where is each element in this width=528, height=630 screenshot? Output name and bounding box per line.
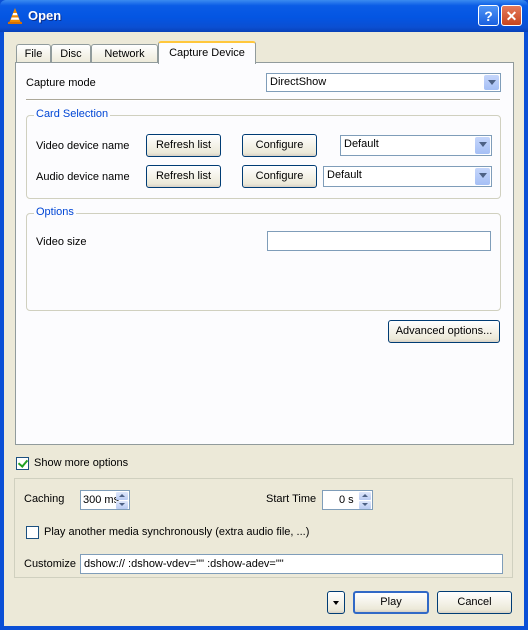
- video-device-select[interactable]: Default: [340, 135, 492, 156]
- capture-mode-label: Capture mode: [26, 77, 96, 89]
- spin-down-icon[interactable]: [359, 501, 371, 509]
- audio-device-select[interactable]: Default: [323, 166, 492, 187]
- button-label: Play: [380, 596, 402, 608]
- show-more-options-checkbox[interactable]: [16, 457, 29, 470]
- show-more-options-label[interactable]: Show more options: [34, 457, 128, 469]
- spin-up-icon[interactable]: [116, 492, 128, 500]
- start-time-label: Start Time: [266, 493, 317, 505]
- separator: [26, 99, 500, 101]
- audio-refresh-list-button[interactable]: Refresh list: [146, 165, 221, 188]
- video-configure-button[interactable]: Configure: [242, 134, 317, 157]
- button-label: Refresh list: [155, 139, 212, 151]
- help-icon: ?: [484, 8, 493, 24]
- play-button[interactable]: Play: [353, 591, 429, 614]
- close-icon: ✕: [505, 8, 518, 24]
- card-selection-title: Card Selection: [34, 108, 111, 120]
- caching-spinbox[interactable]: 300 ms: [80, 490, 130, 510]
- tab-disc[interactable]: Disc: [51, 44, 91, 63]
- customize-label: Customize: [24, 558, 76, 570]
- audio-configure-button[interactable]: Configure: [242, 165, 317, 188]
- audio-device-value: Default: [327, 169, 362, 181]
- video-device-value: Default: [344, 138, 379, 150]
- chevron-down-icon: [475, 137, 490, 154]
- button-label: Configure: [255, 170, 304, 182]
- button-label: Advanced options...: [395, 325, 493, 337]
- customize-value: dshow:// :dshow-vdev="" :dshow-adev="": [84, 558, 284, 570]
- spin-down-icon[interactable]: [116, 501, 128, 509]
- button-label: Configure: [255, 139, 304, 151]
- chevron-down-icon: [475, 168, 490, 185]
- card-selection-group: Card Selection Video device name Refresh…: [26, 108, 501, 199]
- tab-network[interactable]: Network: [91, 44, 158, 63]
- start-time-spinbox[interactable]: 0 s: [322, 490, 373, 510]
- tab-file[interactable]: File: [16, 44, 51, 63]
- customize-input[interactable]: dshow:// :dshow-vdev="" :dshow-adev="": [80, 554, 503, 574]
- capture-mode-select[interactable]: DirectShow: [266, 73, 501, 92]
- play-options-dropdown-button[interactable]: [327, 591, 345, 614]
- button-label: Refresh list: [155, 170, 212, 182]
- video-device-label: Video device name: [36, 140, 130, 152]
- vlc-cone-icon: [8, 8, 22, 24]
- tab-label: Network: [104, 48, 145, 60]
- tab-capture-device[interactable]: Capture Device: [158, 41, 256, 64]
- video-size-label: Video size: [36, 236, 87, 248]
- chevron-down-icon: [333, 601, 339, 605]
- video-refresh-list-button[interactable]: Refresh list: [146, 134, 221, 157]
- tab-label: File: [24, 48, 43, 60]
- advanced-options-button[interactable]: Advanced options...: [388, 320, 500, 343]
- chevron-down-icon: [484, 75, 499, 90]
- start-time-value: 0 s: [339, 494, 354, 506]
- caching-value: 300 ms: [83, 494, 120, 506]
- options-group: Options Video size: [26, 206, 501, 311]
- capture-device-panel: Capture mode DirectShow Card Selection V…: [15, 62, 514, 445]
- close-button[interactable]: ✕: [501, 5, 522, 26]
- tab-label: Capture Device: [169, 47, 245, 59]
- title-bar[interactable]: Open ? ✕: [0, 0, 528, 32]
- audio-device-label: Audio device name: [36, 171, 130, 183]
- options-title: Options: [34, 206, 76, 218]
- help-button[interactable]: ?: [478, 5, 499, 26]
- spin-up-icon[interactable]: [359, 492, 371, 500]
- capture-mode-value: DirectShow: [270, 76, 327, 88]
- button-label: Cancel: [457, 596, 492, 608]
- video-size-input[interactable]: [267, 231, 491, 251]
- play-another-media-label[interactable]: Play another media synchronously (extra …: [44, 526, 309, 538]
- dialog-client-area: File Disc Network Capture Device Capture…: [4, 32, 524, 626]
- window-title: Open: [28, 8, 62, 23]
- cancel-button[interactable]: Cancel: [437, 591, 512, 614]
- play-another-media-checkbox[interactable]: [26, 526, 39, 539]
- tab-label: Disc: [60, 48, 82, 60]
- caching-label: Caching: [24, 493, 65, 505]
- open-dialog-window: Open ? ✕ File Disc Network Capture Devic…: [0, 0, 528, 630]
